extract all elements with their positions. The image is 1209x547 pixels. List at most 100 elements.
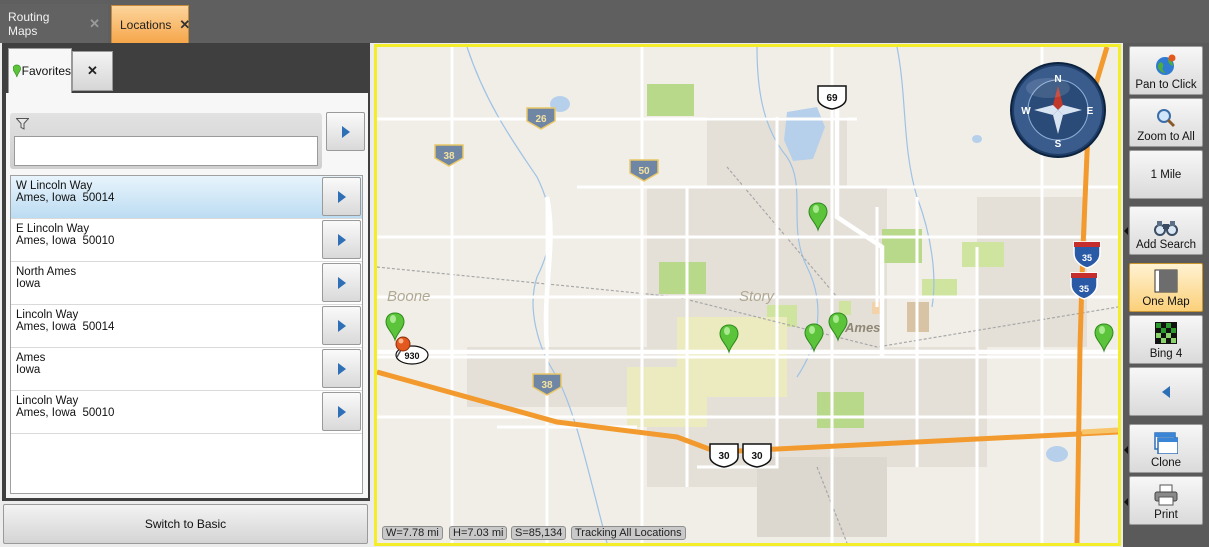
search-input[interactable]	[14, 136, 318, 166]
go-to-location-button[interactable]	[322, 349, 361, 388]
highway-east-segment	[1081, 427, 1118, 435]
zoom-to-all-label: Zoom to All	[1137, 131, 1195, 143]
go-to-location-button[interactable]	[322, 392, 361, 431]
clone-label: Clone	[1150, 457, 1182, 469]
address-line2: Ames, Iowa 50014	[16, 321, 115, 333]
close-icon: ✕	[87, 63, 98, 78]
tab-locations-label: Locations	[120, 17, 172, 32]
compass-south-label: S	[1055, 139, 1062, 150]
svg-text:30: 30	[751, 451, 763, 462]
list-item[interactable]: Lincoln Way Ames, Iowa 50010	[11, 391, 362, 434]
svg-text:50: 50	[638, 166, 650, 177]
address-line1: W Lincoln Way	[16, 180, 93, 192]
single-map-icon	[1154, 269, 1178, 293]
list-item[interactable]: North Ames Iowa	[11, 262, 362, 305]
address-line2: Ames, Iowa 50014	[16, 192, 115, 204]
address-line1: Lincoln Way	[16, 309, 79, 321]
tab-favorites[interactable]: Favorites	[8, 48, 72, 93]
highway-shield-50: 50	[629, 159, 659, 182]
scale-indicator: 1 Mile	[1129, 150, 1203, 199]
play-arrow-icon	[337, 276, 346, 289]
address-line1: Ames	[16, 352, 46, 364]
tab-locations[interactable]: Locations ✕	[111, 5, 190, 43]
address-line2: Ames, Iowa 50010	[16, 235, 115, 247]
list-item[interactable]: W Lincoln Way Ames, Iowa 50014	[11, 176, 362, 219]
play-arrow-icon	[337, 190, 346, 203]
status-map-width: W=7.78 mi	[382, 526, 443, 540]
highway-shield-38: 38	[434, 144, 464, 167]
highway-shield-26: 26	[526, 107, 556, 130]
one-map-button[interactable]: One Map	[1129, 263, 1203, 312]
map-canvas[interactable]: Boone Story Ames 26 38 50 38 69 30 30 35…	[377, 47, 1118, 543]
list-item[interactable]: Lincoln Way Ames, Iowa 50014	[11, 305, 362, 348]
add-search-button[interactable]: Add Search	[1129, 206, 1203, 255]
print-button[interactable]: Print	[1129, 476, 1203, 525]
go-to-location-button[interactable]	[322, 263, 361, 302]
place-label-ames: Ames	[844, 320, 880, 335]
location-address: E Lincoln Way Ames, Iowa 50010	[16, 223, 114, 247]
address-line1: Lincoln Way	[16, 395, 79, 407]
pan-to-click-button[interactable]: Pan to Click	[1129, 46, 1203, 95]
svg-text:35: 35	[1079, 284, 1089, 294]
play-arrow-icon	[337, 362, 346, 375]
switch-to-basic-button[interactable]: Switch to Basic	[3, 504, 368, 544]
back-arrow-icon	[1162, 385, 1170, 398]
document-tab-bar: Routing Maps ✕ Locations ✕	[0, 0, 1209, 43]
zoom-to-all-button[interactable]: Zoom to All	[1129, 98, 1203, 147]
location-pin[interactable]	[1094, 323, 1114, 353]
us-route-shield-69: 69	[817, 85, 847, 110]
compass-east-label: E	[1087, 106, 1094, 117]
search-go-button[interactable]	[326, 112, 365, 151]
collapse-panel-button[interactable]	[1129, 367, 1203, 416]
favorites-panel: Favorites ✕ W Lincoln Way Ames, Iowa 5001…	[2, 43, 370, 501]
svg-text:35: 35	[1082, 253, 1092, 263]
status-map-scale: S=85,134	[511, 526, 567, 540]
address-line2: Iowa	[16, 364, 41, 376]
map-toolbar: Pan to Click Zoom to All 1 Mile Add Sear…	[1123, 43, 1209, 547]
place-label-story: Story	[739, 288, 776, 305]
magnifier-icon	[1157, 109, 1176, 128]
svg-text:26: 26	[535, 114, 547, 125]
location-address: Lincoln Way Ames, Iowa 50014	[16, 309, 114, 333]
clone-button[interactable]: Clone	[1129, 424, 1203, 473]
go-to-location-button[interactable]	[322, 306, 361, 345]
play-arrow-icon	[337, 405, 346, 418]
close-icon[interactable]: ✕	[179, 17, 190, 33]
play-arrow-icon	[341, 125, 350, 138]
compass-icon[interactable]: N S W E	[1010, 62, 1106, 158]
list-item[interactable]: E Lincoln Way Ames, Iowa 50010	[11, 219, 362, 262]
location-address: W Lincoln Way Ames, Iowa 50014	[16, 180, 114, 204]
svg-text:38: 38	[541, 380, 553, 391]
caret-left-icon	[1124, 227, 1128, 235]
tab-routing-maps[interactable]: Routing Maps ✕	[0, 4, 108, 43]
filter-icon	[16, 118, 29, 130]
printer-icon	[1154, 484, 1178, 506]
add-search-label: Add Search	[1135, 239, 1197, 251]
svg-text:30: 30	[718, 451, 730, 462]
tab-favorites-label: Favorites	[21, 64, 71, 78]
svg-text:69: 69	[826, 93, 838, 104]
search-box	[10, 113, 322, 169]
list-item[interactable]: Ames Iowa	[11, 348, 362, 391]
svg-text:38: 38	[443, 151, 455, 162]
scale-label: 1 Mile	[1150, 168, 1182, 181]
switch-to-basic-label: Switch to Basic	[144, 517, 227, 531]
map-view[interactable]: Boone Story Ames 26 38 50 38 69 30 30 35…	[374, 44, 1121, 546]
pan-to-click-label: Pan to Click	[1135, 79, 1197, 91]
favorites-body: W Lincoln Way Ames, Iowa 50014 E Lincoln W…	[6, 93, 368, 498]
close-icon[interactable]: ✕	[89, 16, 100, 32]
play-arrow-icon	[337, 233, 346, 246]
go-to-location-button[interactable]	[322, 220, 361, 259]
us-route-shield-30: 30	[742, 443, 772, 468]
pin-icon	[13, 64, 21, 78]
close-favorites-button[interactable]: ✕	[72, 51, 113, 91]
go-to-location-button[interactable]	[322, 177, 361, 216]
one-map-label: One Map	[1142, 296, 1190, 308]
caret-left-icon	[1124, 498, 1128, 506]
us-route-shield-30: 30	[709, 443, 739, 468]
binoculars-icon	[1154, 221, 1178, 236]
address-line1: E Lincoln Way	[16, 223, 90, 235]
location-pin[interactable]	[385, 312, 405, 342]
bing4-button[interactable]: Bing 4	[1129, 315, 1203, 364]
tab-routing-maps-label: Routing Maps	[8, 9, 50, 38]
